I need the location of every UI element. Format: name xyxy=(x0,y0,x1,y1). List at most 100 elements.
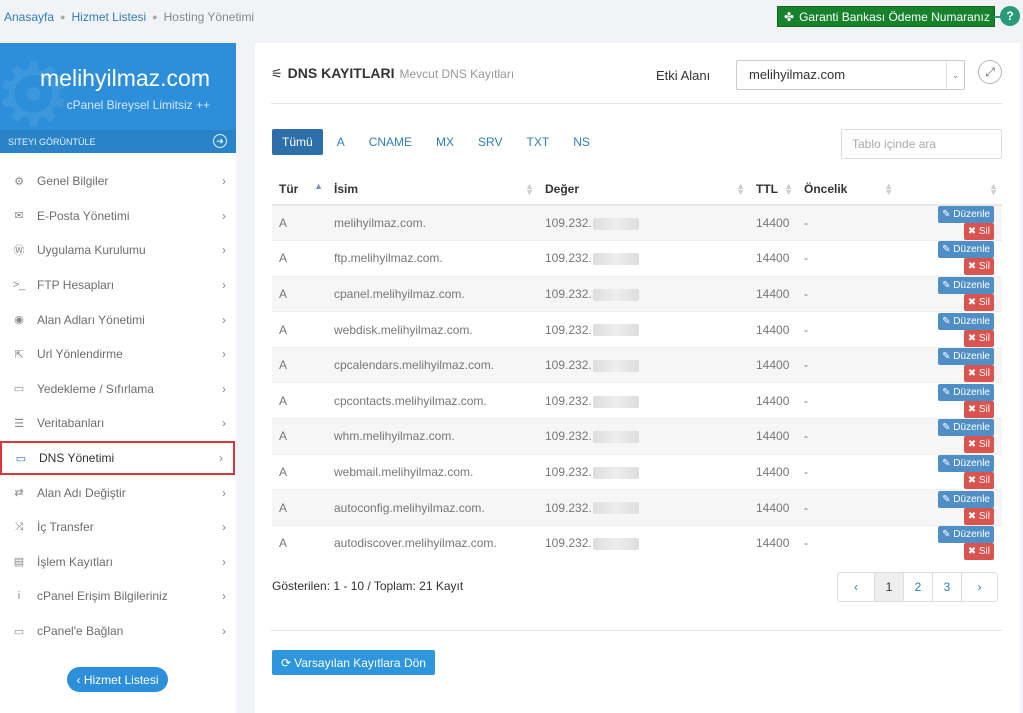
chevron-right-icon: › xyxy=(222,208,226,223)
service-list-button[interactable]: ‹ Hizmet Listesi xyxy=(67,667,168,692)
column-header[interactable]: Öncelik ▲ ▼ xyxy=(797,173,897,206)
refresh-icon: ⟳ xyxy=(281,655,292,670)
sidebar-item[interactable]: ⇄ Alan Adı Değiştir › xyxy=(0,475,236,510)
cell-type: A xyxy=(272,346,327,383)
cell-ttl: 14400 xyxy=(749,311,797,348)
edit-button[interactable]: ✎ Düzenle xyxy=(938,348,994,366)
pagination-page-button[interactable]: 2 xyxy=(903,573,932,601)
edit-label: Düzenle xyxy=(953,386,990,398)
sidebar-item-label: cPanel'e Bağlan xyxy=(37,624,124,639)
delete-button[interactable]: ✖ Sil xyxy=(963,293,994,311)
edit-button[interactable]: ✎ Düzenle xyxy=(938,241,994,259)
filter-tab[interactable]: A xyxy=(327,129,355,155)
filter-tab[interactable]: Tümü xyxy=(272,129,323,155)
edit-label: Düzenle xyxy=(953,422,990,434)
edit-label: Düzenle xyxy=(953,351,990,363)
database-icon: ☰ xyxy=(14,417,24,430)
delete-button[interactable]: ✖ Sil xyxy=(963,258,994,276)
column-header[interactable]: İsim ▲ ▼ xyxy=(327,173,538,206)
column-header[interactable]: Değer ▲ ▼ xyxy=(538,173,749,206)
cell-priority: - xyxy=(797,346,897,383)
delete-button[interactable]: ✖ Sil xyxy=(963,329,994,347)
sidebar-item[interactable]: ⤨ İç Transfer › xyxy=(0,510,236,545)
breadcrumb-home[interactable]: Anasayfa xyxy=(4,10,54,24)
sidebar-item[interactable]: ▭ DNS Yönetimi › xyxy=(0,440,235,476)
column-header-label: İsim xyxy=(334,181,359,196)
filter-tab[interactable]: MX xyxy=(426,129,464,155)
cell-priority: - xyxy=(797,311,897,348)
sidebar-item[interactable]: ✉ E-Posta Yönetimi › xyxy=(0,199,236,234)
reset-default-records-button[interactable]: ⟳ Varsayılan Kayıtlara Dön xyxy=(272,650,435,675)
sidebar-item[interactable]: i cPanel Erişim Bilgileriniz › xyxy=(0,579,236,614)
value-text: 109.232. xyxy=(545,216,592,231)
sidebar-item[interactable]: Ⓦ Uygulama Kurulumu › xyxy=(0,233,236,268)
pencil-icon: ✎ xyxy=(942,457,954,469)
filter-tab[interactable]: TXT xyxy=(517,129,560,155)
value-text: 109.232. xyxy=(545,393,592,408)
pagination-page-button[interactable]: 3 xyxy=(932,573,961,601)
table-row: Awhm.melihyilmaz.com. 109.232. 14400- ✎ Düz… xyxy=(272,418,1002,455)
delete-button[interactable]: ✖ Sil xyxy=(963,471,994,489)
pagination-page-button[interactable]: 1 xyxy=(874,573,903,601)
sort-icon: ▲ ▼ xyxy=(736,181,745,197)
times-icon: ✖ xyxy=(967,261,979,273)
edit-button[interactable]: ✎ Düzenle xyxy=(938,526,994,544)
edit-label: Düzenle xyxy=(953,315,990,327)
delete-button[interactable]: ✖ Sil xyxy=(963,436,994,454)
sidebar-item[interactable]: ◉ Alan Adları Yönetimi › xyxy=(0,302,236,337)
value-text: 109.232. xyxy=(545,322,592,337)
delete-label: Sil xyxy=(978,332,990,344)
retweet-icon: ⇄ xyxy=(14,487,24,500)
chevron-down-icon: ⌄ xyxy=(946,61,964,89)
edit-button[interactable]: ✎ Düzenle xyxy=(938,206,994,224)
table-search-input[interactable] xyxy=(841,129,1002,159)
edit-button[interactable]: ✎ Düzenle xyxy=(938,312,994,330)
value-text: 109.232. xyxy=(545,358,592,373)
column-header[interactable]: TTL ▲ ▼ xyxy=(749,173,797,206)
cell-priority: - xyxy=(797,418,897,455)
bank-payment-button[interactable]: ✤ Garanti Bankası Ödeme Numaranız xyxy=(777,6,995,27)
sidebar-item[interactable]: ▤ İşlem Kayıtları › xyxy=(0,545,236,580)
header-divider xyxy=(271,103,1002,104)
edit-button[interactable]: ✎ Düzenle xyxy=(938,490,994,508)
delete-button[interactable]: ✖ Sil xyxy=(963,400,994,418)
delete-label: Sil xyxy=(978,368,990,380)
help-icon[interactable]: ? xyxy=(1000,6,1020,26)
chevron-right-icon: › xyxy=(222,243,226,258)
filter-tab[interactable]: SRV xyxy=(468,129,512,155)
sidebar-item[interactable]: ▭ Yedekleme / Sıfırlama › xyxy=(0,372,236,407)
delete-button[interactable]: ✖ Sil xyxy=(963,507,994,525)
edit-button[interactable]: ✎ Düzenle xyxy=(938,419,994,437)
pencil-icon: ✎ xyxy=(942,493,954,505)
times-icon: ✖ xyxy=(967,332,979,344)
domain-select[interactable]: melihyilmaz.com ⌄ xyxy=(736,60,965,90)
redacted-ip xyxy=(592,217,639,230)
column-header[interactable]: Tür ▲ xyxy=(272,173,327,206)
pencil-icon: ✎ xyxy=(942,315,954,327)
sidebar-item[interactable]: ⇱ Url Yönlendirme › xyxy=(0,337,236,372)
cell-actions: ✎ Düzenle ✖ Sil xyxy=(897,346,1002,383)
delete-button[interactable]: ✖ Sil xyxy=(963,543,994,561)
breadcrumb-services[interactable]: Hizmet Listesi xyxy=(71,10,146,24)
sidebar-item[interactable]: >_ FTP Hesapları › xyxy=(0,268,236,303)
filter-tab[interactable]: NS xyxy=(563,129,600,155)
edit-button[interactable]: ✎ Düzenle xyxy=(938,454,994,472)
expand-icon[interactable]: ⤢ xyxy=(978,60,1002,84)
sidebar-item[interactable]: ▭ cPanel'e Bağlan › xyxy=(0,614,236,649)
sidebar-item[interactable]: ☰ Veritabanları › xyxy=(0,406,236,441)
value-text: 109.232. xyxy=(545,536,592,551)
pagination-prev-button[interactable]: ‹ xyxy=(838,573,874,601)
filter-tab[interactable]: CNAME xyxy=(359,129,422,155)
pagination-next-button[interactable]: › xyxy=(961,573,997,601)
delete-button[interactable]: ✖ Sil xyxy=(963,223,994,241)
cell-priority: - xyxy=(797,204,897,241)
sidebar-item[interactable]: ⚙ Genel Bilgiler › xyxy=(0,164,236,199)
delete-button[interactable]: ✖ Sil xyxy=(963,365,994,383)
sidebar-menu: ⚙ Genel Bilgiler › ✉ E-Posta Yönetimi › Ⓦ Uygul… xyxy=(0,153,236,648)
sort-icon: ▲ ▼ xyxy=(884,181,893,197)
chevron-right-icon: › xyxy=(222,589,226,604)
sidebar-header: ⚙ melihyilmaz.com cPanel Bireysel Limits… xyxy=(0,43,236,153)
edit-button[interactable]: ✎ Düzenle xyxy=(938,276,994,294)
edit-button[interactable]: ✎ Düzenle xyxy=(938,383,994,401)
view-site-link[interactable]: SITEYI GÖRÜNTÜLE ➜ xyxy=(0,130,236,153)
